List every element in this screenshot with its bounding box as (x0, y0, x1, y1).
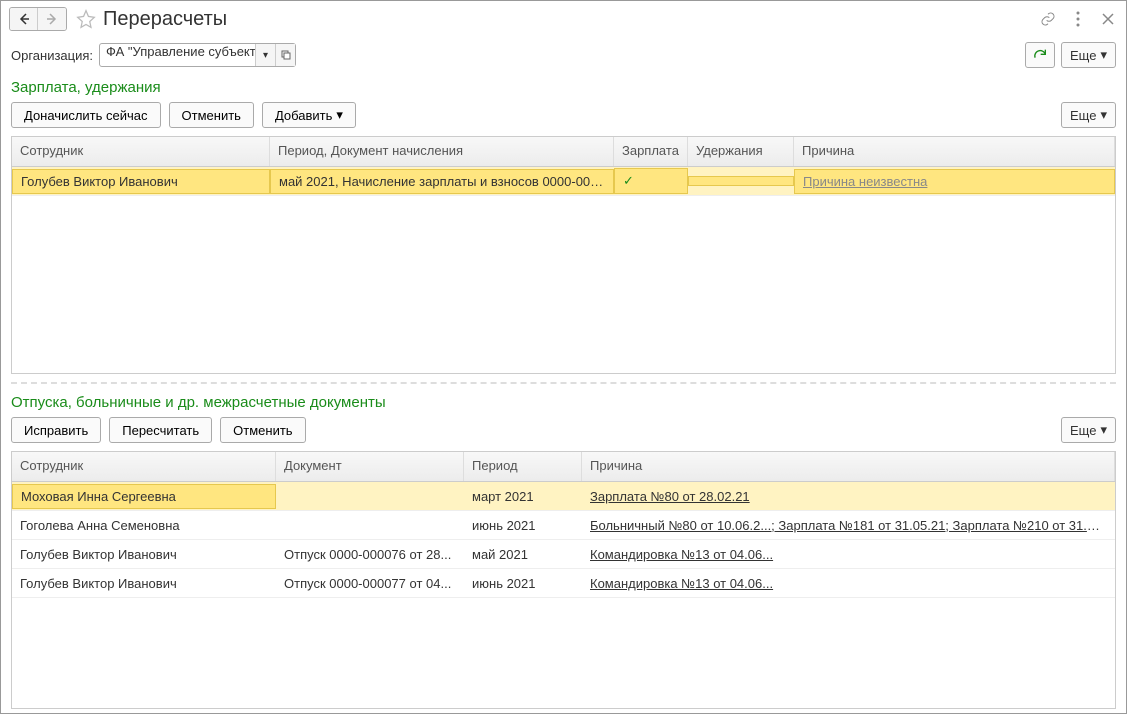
refresh-button[interactable] (1025, 42, 1055, 68)
cell-employee: Голубев Виктор Иванович (12, 572, 276, 595)
cell-employee: Моховая Инна Сергеевна (12, 484, 276, 509)
grid2-header: Сотрудник Документ Период Причина (12, 452, 1115, 482)
cell-period: июнь 2021 (464, 514, 582, 537)
grid-salary: Сотрудник Период, Документ начисления За… (11, 136, 1116, 374)
table-row[interactable]: Гоголева Анна Семеновна июнь 2021Больничн… (12, 511, 1115, 540)
arrow-right-icon (46, 13, 58, 25)
more-label: Еще (1070, 48, 1096, 63)
close-icon[interactable] (1098, 9, 1118, 29)
favorite-star-icon[interactable] (75, 8, 97, 30)
more-button-section1[interactable]: Еще ▾ (1061, 102, 1116, 128)
cell-deductions (688, 176, 794, 186)
chevron-down-icon: ▾ (1100, 107, 1107, 123)
cell-reason[interactable]: Командировка №13 от 04.06... (582, 572, 1115, 595)
section1-title: Зарплата, удержания (1, 73, 1126, 98)
cell-reason[interactable]: Больничный №80 от 10.06.2...; Зарплата №… (582, 514, 1115, 537)
section-divider (11, 382, 1116, 384)
col-reason[interactable]: Причина (582, 452, 1115, 481)
chevron-down-icon: ▾ (1100, 422, 1107, 438)
cell-document (276, 521, 464, 529)
col-salary[interactable]: Зарплата (614, 137, 688, 166)
more-button-section2[interactable]: Еще ▾ (1061, 417, 1116, 443)
table-row[interactable]: Голубев Виктор ИвановичОтпуск 0000-00007… (12, 569, 1115, 598)
cancel-button-1[interactable]: Отменить (169, 102, 254, 128)
cell-period-doc: май 2021, Начисление зарплаты и взносов … (270, 169, 614, 194)
col-deductions[interactable]: Удержания (688, 137, 794, 166)
combo-dropdown-button[interactable]: ▾ (255, 44, 275, 66)
cell-period: май 2021 (464, 543, 582, 566)
organization-label: Организация: (11, 48, 93, 63)
recalculate-button[interactable]: Пересчитать (109, 417, 212, 443)
link-icon[interactable] (1038, 9, 1058, 29)
grid-vacations: Сотрудник Документ Период Причина Мохова… (11, 451, 1116, 709)
col-employee[interactable]: Сотрудник (12, 452, 276, 481)
cell-reason[interactable]: Зарплата №80 от 28.02.21 (582, 485, 1115, 508)
cell-document (276, 492, 464, 500)
more-button-top[interactable]: Еще ▾ (1061, 42, 1116, 68)
table-row[interactable]: Моховая Инна Сергеевна март 2021Зарплата … (12, 482, 1115, 511)
section2-title: Отпуска, больничные и др. межрасчетные д… (1, 388, 1126, 413)
cell-period: март 2021 (464, 485, 582, 508)
cell-document: Отпуск 0000-000077 от 04... (276, 572, 464, 595)
add-button[interactable]: Добавить ▾ (262, 102, 356, 128)
open-icon (281, 50, 291, 60)
cell-document: Отпуск 0000-000076 от 28... (276, 543, 464, 566)
col-employee[interactable]: Сотрудник (12, 137, 270, 166)
nav-forward-button[interactable] (38, 8, 66, 30)
col-reason[interactable]: Причина (794, 137, 1115, 166)
cell-period: июнь 2021 (464, 572, 582, 595)
organization-value[interactable]: ФА "Управление субъекта (100, 44, 255, 66)
cell-reason[interactable]: Командировка №13 от 04.06... (582, 543, 1115, 566)
cell-employee: Гоголева Анна Семеновна (12, 514, 276, 537)
col-period-doc[interactable]: Период, Документ начисления (270, 137, 614, 166)
more-label: Еще (1070, 423, 1096, 438)
cancel-button-2[interactable]: Отменить (220, 417, 305, 443)
chevron-down-icon: ▾ (336, 107, 343, 123)
cell-salary: ✓ (614, 168, 688, 194)
combo-open-button[interactable] (275, 44, 295, 66)
grid1-header: Сотрудник Период, Документ начисления За… (12, 137, 1115, 167)
recalc-now-button[interactable]: Доначислить сейчас (11, 102, 161, 128)
refresh-icon (1032, 47, 1048, 63)
more-label: Еще (1070, 108, 1096, 123)
nav-back-button[interactable] (10, 8, 38, 30)
cell-reason[interactable]: Причина неизвестна (794, 169, 1115, 194)
arrow-left-icon (18, 13, 30, 25)
col-document[interactable]: Документ (276, 452, 464, 481)
chevron-down-icon: ▾ (1100, 47, 1107, 63)
cell-employee: Голубев Виктор Иванович (12, 169, 270, 194)
add-label: Добавить (275, 108, 332, 123)
table-row[interactable]: Голубев Виктор ИвановичОтпуск 0000-00007… (12, 540, 1115, 569)
table-row[interactable]: Голубев Виктор Иванович май 2021, Начисл… (12, 167, 1115, 196)
fix-button[interactable]: Исправить (11, 417, 101, 443)
page-title: Перерасчеты (103, 8, 1038, 31)
kebab-menu-icon[interactable] (1068, 9, 1088, 29)
check-icon: ✓ (623, 173, 634, 188)
col-period[interactable]: Период (464, 452, 582, 481)
cell-employee: Голубев Виктор Иванович (12, 543, 276, 566)
organization-combo[interactable]: ФА "Управление субъекта ▾ (99, 43, 296, 67)
